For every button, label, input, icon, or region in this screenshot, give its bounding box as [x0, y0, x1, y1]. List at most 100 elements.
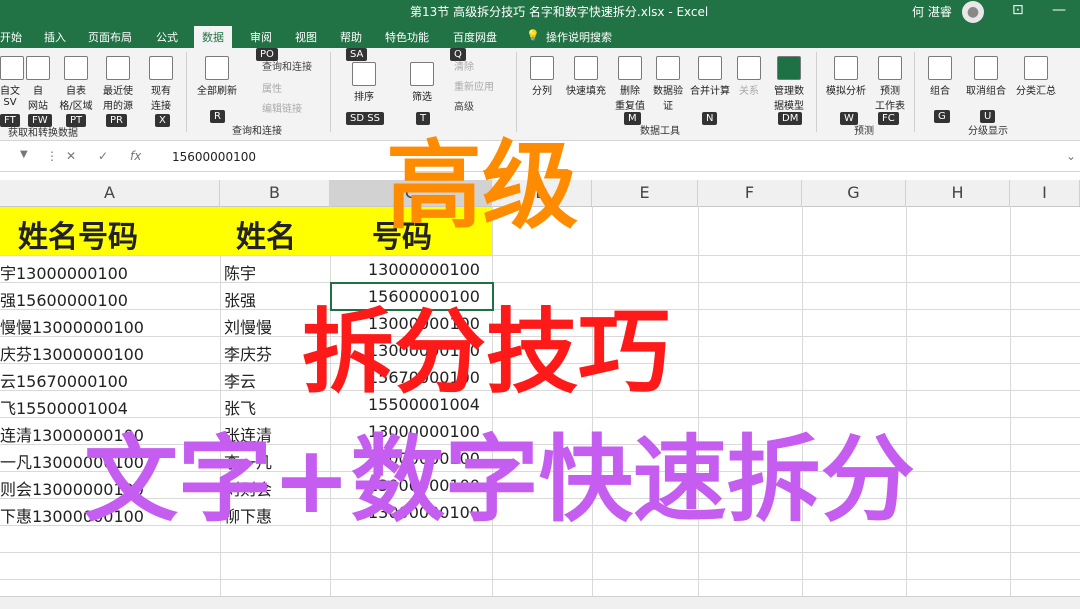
edit-links-button[interactable]: 编辑链接 [262, 100, 302, 115]
cell-a[interactable]: 强15600000100 [0, 287, 128, 311]
forecast-sheet-button[interactable]: 预测 工作表 [872, 56, 908, 112]
tab-help[interactable]: 帮助 [340, 29, 362, 45]
sort-button[interactable]: 排序 [340, 62, 388, 103]
tab-formulas[interactable]: 公式 [156, 29, 178, 45]
from-table-button[interactable]: 自表 格/区域 [58, 56, 94, 112]
keytip: FC [878, 112, 899, 125]
ribbon-tabs: 开始 插入 页面布局 公式 数据 审阅 视图 帮助 特色功能 百度网盘 💡 操作… [0, 24, 1080, 48]
name-box[interactable] [0, 147, 34, 167]
sort-az-icon [352, 62, 376, 86]
consolidate-button[interactable]: 合并计算 [688, 56, 732, 97]
cell-c[interactable]: 13000000100 [368, 260, 480, 279]
cell-a[interactable]: 宇13000000100 [0, 260, 128, 284]
group-divider [816, 52, 817, 132]
group-icon [928, 56, 952, 80]
avatar[interactable]: ● [962, 1, 984, 23]
validation-icon [656, 56, 680, 80]
column-header-e[interactable]: E [592, 180, 698, 206]
column-header-g[interactable]: G [802, 180, 906, 206]
group-label-outline: 分级显示 [968, 126, 1008, 137]
column-header-h[interactable]: H [906, 180, 1010, 206]
cell-b[interactable]: 李庆芬 [224, 341, 272, 365]
from-csv-button[interactable]: 自文 SV [0, 56, 24, 108]
relationships-icon [737, 56, 761, 80]
cell-a[interactable]: 慢慢13000000100 [0, 314, 144, 338]
column-header-a[interactable]: A [0, 180, 220, 206]
keytip: R [210, 110, 225, 123]
enter-icon[interactable]: ✓ [98, 149, 108, 163]
user-name: 何 湛睿 [912, 5, 952, 19]
flash-fill-button[interactable]: 快速填充 [562, 56, 610, 97]
tab-insert[interactable]: 插入 [44, 29, 66, 45]
tab-data[interactable]: 数据 [194, 26, 232, 48]
title-bar: 第13节 高级拆分技巧 名字和数字快速拆分.xlsx - Excel 何 湛睿 … [0, 0, 1080, 24]
group-label-data-tools: 数据工具 [640, 126, 680, 137]
subtotal-button[interactable]: 分类汇总 [1012, 56, 1060, 97]
tab-home[interactable]: 开始 [0, 29, 22, 45]
cell-b[interactable]: 李云 [224, 368, 256, 392]
what-if-analysis-button[interactable]: 模拟分析 [822, 56, 870, 97]
formula-input[interactable]: 15600000100 [172, 150, 256, 164]
gridline [0, 579, 1080, 580]
keytip: PR [106, 114, 127, 127]
overlay-title-text-number-split: 文字+数字快速拆分 [84, 426, 915, 535]
chevron-down-icon[interactable]: ▼ [20, 149, 28, 160]
ungroup-button[interactable]: 取消组合 [960, 56, 1012, 97]
cell-a[interactable]: 庆芬13000000100 [0, 341, 144, 365]
cell-b[interactable]: 陈宇 [224, 260, 256, 284]
overlay-title-split-tips: 拆分技巧 [302, 299, 671, 406]
group-label-queries: 查询和连接 [232, 126, 282, 137]
recent-sources-button[interactable]: 最近使 用的源 [98, 56, 138, 112]
data-model-icon [777, 56, 801, 80]
tab-page-layout[interactable]: 页面布局 [88, 29, 132, 45]
tab-special[interactable]: 特色功能 [385, 29, 429, 45]
group-button[interactable]: 组合 [922, 56, 958, 97]
column-header-i[interactable]: I [1010, 180, 1080, 206]
reapply-button[interactable]: 重新应用 [454, 78, 494, 93]
gridline [0, 255, 1080, 256]
insert-function-icon[interactable]: fx [130, 149, 141, 163]
column-header-f[interactable]: F [698, 180, 802, 206]
group-divider [914, 52, 915, 132]
cell-a[interactable]: 云15670000100 [0, 368, 128, 392]
header-cell-a[interactable]: 姓名号码 [18, 212, 138, 256]
window-title: 第13节 高级拆分技巧 名字和数字快速拆分.xlsx - Excel [410, 5, 709, 19]
tell-me-search[interactable]: 操作说明搜索 [546, 29, 612, 45]
manage-data-model-button[interactable]: 管理数 据模型 [768, 56, 810, 112]
keytip: X [155, 114, 170, 127]
minimize-icon[interactable]: — [1052, 2, 1066, 18]
text-to-columns-button[interactable]: 分列 [524, 56, 560, 97]
gridline [0, 552, 1080, 553]
ribbon-display-options-icon[interactable]: ⊡ [1012, 2, 1024, 18]
keytip: DM [778, 112, 803, 125]
cancel-icon[interactable]: ✕ [66, 149, 76, 163]
tab-baidu-netdisk[interactable]: 百度网盘 [453, 29, 497, 45]
ungroup-icon [974, 56, 998, 80]
filter-button[interactable]: 筛选 [404, 62, 440, 103]
properties-button[interactable]: 属性 [262, 80, 282, 95]
remove-duplicates-button[interactable]: 删除 重复值 [612, 56, 648, 112]
tab-view[interactable]: 视图 [295, 29, 317, 45]
overlay-title-advanced: 高级 [386, 130, 578, 242]
data-validation-button[interactable]: 数据验 证 [650, 56, 686, 112]
horizontal-scrollbar[interactable] [0, 596, 1080, 609]
existing-connections-button[interactable]: 现有 连接 [145, 56, 177, 112]
keytip: PO [256, 48, 278, 61]
web-icon [26, 56, 50, 80]
clock-icon [106, 56, 130, 80]
from-web-button[interactable]: 自 网站 [24, 56, 52, 112]
cell-b[interactable]: 刘慢慢 [224, 314, 272, 338]
header-cell-b[interactable]: 姓名 [236, 212, 296, 256]
column-header-b[interactable]: B [220, 180, 330, 206]
keytip: Q [450, 48, 466, 61]
keytip: SD SS [346, 112, 384, 125]
text-file-icon [0, 56, 24, 80]
cell-b[interactable]: 张强 [224, 287, 256, 311]
search-icon[interactable]: 💡 [526, 29, 540, 42]
split-columns-icon [530, 56, 554, 80]
relationships-button[interactable]: 关系 [734, 56, 764, 97]
group-divider [186, 52, 187, 132]
expand-formula-bar-icon[interactable]: ⌄ [1066, 149, 1076, 163]
tab-review[interactable]: 审阅 [250, 29, 272, 45]
refresh-all-button[interactable]: 全部刷新 [192, 56, 242, 97]
